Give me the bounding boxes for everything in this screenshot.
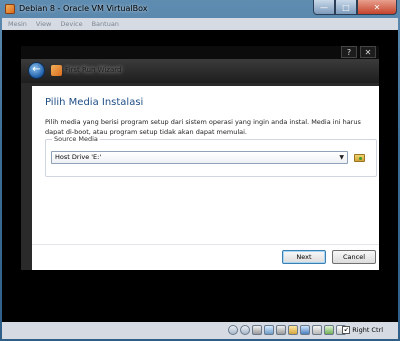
usb-icon[interactable] [276, 325, 286, 335]
status-bar: ↙ Right Ctrl [2, 322, 398, 339]
virtualbox-window: Debian 8 - Oracle VM VirtualBox — □ ✕ Me… [0, 0, 400, 341]
chevron-down-icon: ▼ [339, 154, 344, 161]
next-button[interactable]: Next [282, 250, 326, 264]
first-run-wizard-dialog: ? ✕ ← First Run Wizard Pilih Media Insta… [21, 46, 379, 270]
close-button[interactable]: ✕ [357, 0, 397, 15]
window-title: Debian 8 - Oracle VM VirtualBox [19, 4, 148, 13]
optical-drive-icon[interactable] [240, 325, 250, 335]
host-key-indicator: ↙ Right Ctrl [342, 326, 383, 334]
source-media-dropdown[interactable]: Host Drive 'E:' ▼ [51, 151, 348, 164]
host-key-label: Right Ctrl [352, 326, 383, 334]
help-button[interactable]: ? [341, 46, 357, 58]
maximize-button[interactable]: □ [335, 0, 357, 15]
wizard-title: First Run Wizard [65, 66, 122, 74]
cpu-icon[interactable] [324, 325, 334, 335]
display-icon[interactable] [300, 325, 310, 335]
wizard-close-button[interactable]: ✕ [360, 46, 376, 58]
footer-divider [32, 244, 379, 245]
page-heading: Pilih Media Instalasi [45, 97, 144, 108]
wizard-content: Pilih Media Instalasi Pilih media yang b… [32, 86, 379, 270]
source-media-group: Source Media Host Drive 'E:' ▼ [45, 135, 377, 177]
wizard-title-bar[interactable]: ? ✕ [21, 46, 379, 59]
network-icon[interactable] [264, 325, 274, 335]
wizard-app-icon [51, 65, 62, 76]
window-controls: — □ ✕ [313, 0, 397, 16]
menu-bar: Mesin View Device Bantuan [2, 18, 398, 30]
menu-view[interactable]: View [36, 20, 51, 28]
folder-icon [354, 153, 365, 162]
hard-disk-icon[interactable] [228, 325, 238, 335]
minimize-button[interactable]: — [313, 0, 335, 15]
menu-bantuan[interactable]: Bantuan [92, 20, 119, 28]
source-media-value: Host Drive 'E:' [55, 153, 102, 161]
page-description: Pilih media yang berisi program setup da… [45, 118, 361, 136]
virtualbox-app-icon [5, 4, 15, 14]
title-bar[interactable]: Debian 8 - Oracle VM VirtualBox — □ ✕ [0, 0, 400, 20]
audio-icon[interactable] [252, 325, 262, 335]
cancel-button[interactable]: Cancel [332, 250, 376, 264]
shared-folders-icon[interactable] [288, 325, 298, 335]
menu-device[interactable]: Device [60, 20, 82, 28]
video-capture-icon[interactable] [312, 325, 322, 335]
device-status-icons [228, 325, 346, 335]
wizard-header: ← First Run Wizard [21, 59, 379, 83]
menu-mesin[interactable]: Mesin [8, 20, 27, 28]
back-arrow-icon[interactable]: ← [28, 62, 45, 79]
source-media-label: Source Media [52, 135, 100, 143]
keyboard-arrow-icon: ↙ [342, 326, 351, 334]
browse-media-button[interactable] [353, 151, 366, 164]
